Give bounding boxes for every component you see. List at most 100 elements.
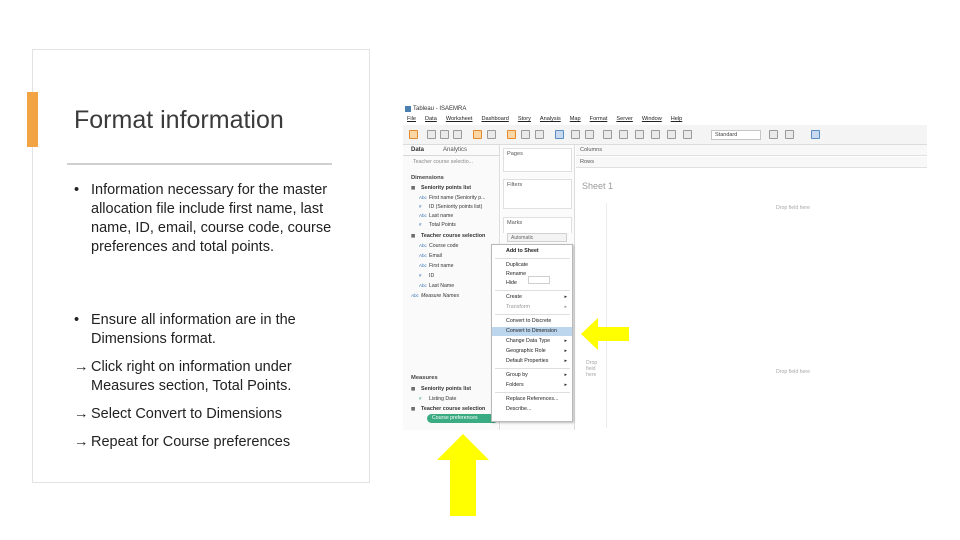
clear-sheet-icon[interactable] bbox=[535, 130, 544, 139]
menu-format[interactable]: Format bbox=[590, 114, 608, 125]
field-last-name-seniority[interactable]: Abc Last name bbox=[419, 213, 453, 219]
menu-default-properties[interactable]: Default Properties ▸ bbox=[492, 357, 572, 366]
field-total-points[interactable]: # Total Points bbox=[419, 222, 456, 228]
menu-replace-references[interactable]: Replace References... bbox=[492, 395, 572, 404]
filters-shelf[interactable]: Filters bbox=[503, 179, 572, 209]
field-measure-names[interactable]: Abc Measure Names bbox=[411, 293, 459, 299]
field-id[interactable]: # ID bbox=[419, 273, 434, 279]
bullet-info-necessary: • Information necessary for the master a… bbox=[74, 181, 334, 257]
menu-dashboard[interactable]: Dashboard bbox=[481, 114, 508, 125]
menu-story[interactable]: Story bbox=[518, 114, 531, 125]
step-click-right: → Click right on information under Measu… bbox=[74, 358, 334, 396]
menu-folders[interactable]: Folders ▸ bbox=[492, 381, 572, 390]
undo-icon[interactable] bbox=[427, 130, 436, 139]
field-label: Total Points bbox=[429, 222, 456, 228]
menu-transform[interactable]: Transform ▸ bbox=[492, 303, 572, 312]
bullet-text: Information necessary for the master all… bbox=[91, 182, 332, 255]
menu-analysis[interactable]: Analysis bbox=[540, 114, 561, 125]
menu-hide[interactable]: Hide bbox=[492, 279, 572, 288]
field-first-name-seniority[interactable]: Abc First name (Seniority p... bbox=[419, 195, 486, 201]
dim-group-teacher-course[interactable]: ▦ Teacher course selection bbox=[411, 233, 485, 239]
tableau-home-icon[interactable] bbox=[409, 130, 418, 139]
fit-width-icon[interactable] bbox=[769, 130, 778, 139]
drop-zone-left[interactable]: Drop field here bbox=[586, 360, 602, 378]
field-last-name[interactable]: Abc Last Name bbox=[419, 283, 454, 289]
presentation-icon[interactable] bbox=[785, 130, 794, 139]
rows-shelf[interactable]: Rows bbox=[576, 157, 927, 168]
tab-analytics[interactable]: Analytics bbox=[443, 145, 467, 156]
menu-help[interactable]: Help bbox=[671, 114, 683, 125]
sheet-title[interactable]: Sheet 1 bbox=[582, 181, 613, 191]
menu-convert-to-dimension[interactable]: Convert to Dimension bbox=[492, 327, 572, 336]
sort-descending-icon[interactable] bbox=[585, 130, 594, 139]
table-icon: ▦ bbox=[411, 233, 416, 238]
meas-group-seniority[interactable]: ▦ Seniority points list bbox=[411, 386, 471, 392]
number-type-icon: # bbox=[419, 273, 422, 278]
menu-group-by[interactable]: Group by ▸ bbox=[492, 371, 572, 380]
meas-group-teacher-course[interactable]: ▦ Teacher course selection bbox=[411, 406, 485, 412]
tab-data[interactable]: Data bbox=[411, 145, 424, 156]
menu-item-label: Change Data Type bbox=[506, 338, 551, 344]
duplicate-sheet-icon[interactable] bbox=[521, 130, 530, 139]
arrow-marker: → bbox=[74, 434, 89, 450]
highlight-icon[interactable] bbox=[651, 130, 660, 139]
table-icon: ▦ bbox=[411, 406, 416, 411]
measures-header: Measures bbox=[411, 375, 438, 381]
field-listing-date[interactable]: # Listing Date bbox=[419, 396, 456, 402]
menu-create[interactable]: Create ▸ bbox=[492, 293, 572, 302]
menu-worksheet[interactable]: Worksheet bbox=[446, 114, 473, 125]
new-worksheet-icon[interactable] bbox=[507, 130, 516, 139]
drop-zone-right[interactable]: Drop field here bbox=[776, 369, 810, 375]
menu-map[interactable]: Map bbox=[570, 114, 581, 125]
group-label: Teacher course selection bbox=[421, 406, 486, 412]
marks-type-select[interactable]: Automatic bbox=[507, 233, 567, 242]
tooltip-icon[interactable] bbox=[667, 130, 676, 139]
drop-zone-top[interactable]: Drop field here bbox=[776, 205, 810, 211]
pages-shelf[interactable]: Pages bbox=[503, 148, 572, 172]
labels-icon[interactable] bbox=[619, 130, 628, 139]
field-id-seniority[interactable]: # ID (Seniority points list) bbox=[419, 204, 482, 210]
field-first-name[interactable]: Abc First name bbox=[419, 263, 454, 269]
field-label: Last name bbox=[429, 213, 454, 219]
sort-ascending-icon[interactable] bbox=[571, 130, 580, 139]
menu-change-data-type[interactable]: Change Data Type ▸ bbox=[492, 337, 572, 346]
swap-icon[interactable] bbox=[555, 130, 564, 139]
columns-shelf[interactable]: Columns bbox=[576, 145, 927, 156]
menu-duplicate[interactable]: Duplicate bbox=[492, 261, 572, 270]
field-label: First name (Seniority p... bbox=[429, 195, 486, 201]
bullet-dimensions-format: • Ensure all information are in the Dime… bbox=[74, 311, 334, 349]
new-data-source-icon[interactable] bbox=[473, 130, 482, 139]
submenu-arrow-icon: ▸ bbox=[564, 382, 567, 388]
fix-axes-icon[interactable] bbox=[635, 130, 644, 139]
menu-describe[interactable]: Describe... bbox=[492, 405, 572, 414]
tableau-screenshot: Tableau - ISAEMRA File Data Worksheet Da… bbox=[403, 104, 927, 430]
string-type-icon: Abc bbox=[419, 253, 427, 258]
show-cards-icon[interactable] bbox=[683, 130, 692, 139]
field-email[interactable]: Abc Email bbox=[419, 253, 442, 259]
dim-group-seniority[interactable]: ▦ Seniority points list bbox=[411, 185, 471, 191]
menu-add-to-sheet[interactable]: Add to Sheet bbox=[492, 247, 572, 256]
datasource-name[interactable]: Teacher course selectio... bbox=[413, 159, 473, 165]
menu-file[interactable]: File bbox=[407, 114, 416, 125]
save-icon[interactable] bbox=[453, 130, 462, 139]
show-me-icon[interactable] bbox=[811, 130, 820, 139]
menu-separator bbox=[495, 290, 570, 291]
menu-item-label: Default Properties bbox=[506, 358, 549, 364]
menu-window[interactable]: Window bbox=[642, 114, 662, 125]
arrow-marker: → bbox=[74, 406, 89, 422]
number-type-icon: # bbox=[419, 204, 422, 209]
course-preferences-pill[interactable]: Course preferences bbox=[427, 414, 498, 423]
submenu-arrow-icon: ▸ bbox=[564, 348, 567, 354]
field-label: Listing Date bbox=[429, 396, 457, 402]
field-label: Email bbox=[429, 253, 442, 259]
fit-select[interactable]: Standard bbox=[711, 130, 761, 140]
menu-server[interactable]: Server bbox=[616, 114, 632, 125]
redo-icon[interactable] bbox=[440, 130, 449, 139]
menu-geographic-role[interactable]: Geographic Role ▸ bbox=[492, 347, 572, 356]
menu-convert-to-discrete[interactable]: Convert to Discrete bbox=[492, 317, 572, 326]
pause-updates-icon[interactable] bbox=[487, 130, 496, 139]
menu-data[interactable]: Data bbox=[425, 114, 437, 125]
field-course-code[interactable]: Abc Course code bbox=[419, 243, 458, 249]
number-type-icon: # bbox=[419, 222, 422, 227]
group-members-icon[interactable] bbox=[603, 130, 612, 139]
